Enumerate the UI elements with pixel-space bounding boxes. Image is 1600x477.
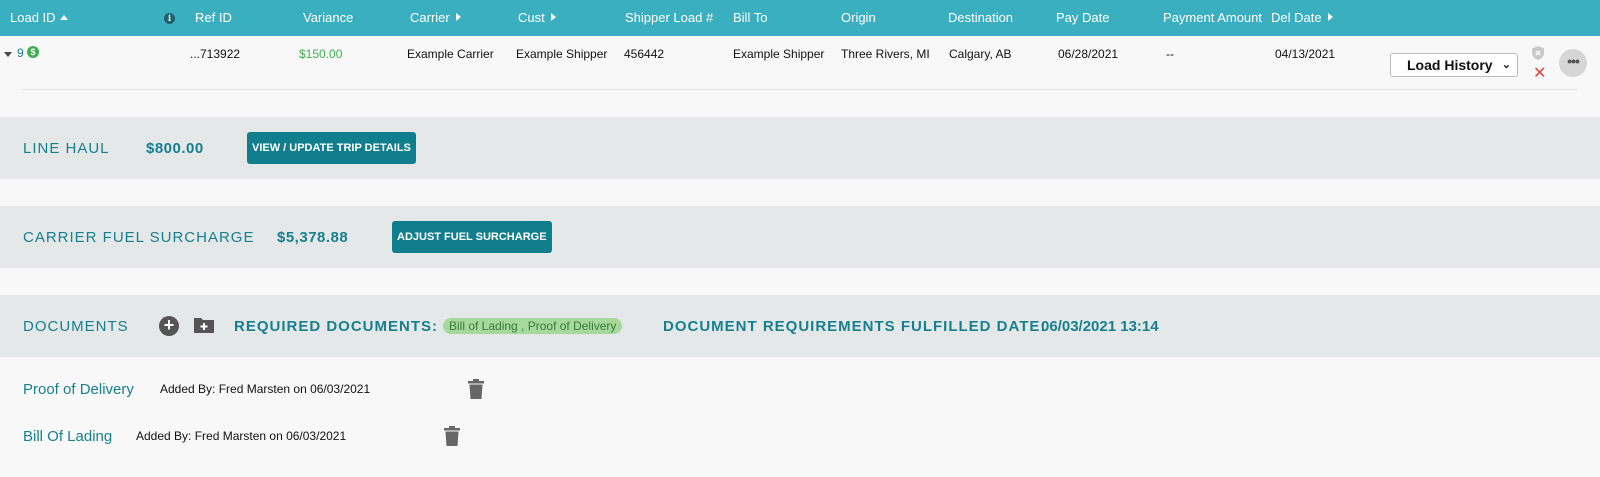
trash-icon[interactable] <box>444 426 460 451</box>
header-cust[interactable]: Cust <box>518 10 556 25</box>
carrier-cell: Example Carrier <box>407 47 494 61</box>
origin-cell: Three Rivers, MI <box>841 47 930 61</box>
sort-asc-icon <box>59 15 68 20</box>
line-haul-band: LINE HAUL $800.00 VIEW / UPDATE TRIP DET… <box>0 117 1600 179</box>
caret-down-icon[interactable] <box>4 52 12 57</box>
table-header: Load ID i Ref ID Variance Carrier Cust S… <box>0 0 1600 36</box>
required-documents-badge: Bill of Lading , Proof of Delivery <box>443 318 623 334</box>
line-haul-value: $800.00 <box>146 140 204 157</box>
header-pay-date[interactable]: Pay Date <box>1056 10 1109 25</box>
info-icon[interactable]: i <box>164 13 175 24</box>
documents-label: DOCUMENTS <box>23 318 129 335</box>
header-variance[interactable]: Variance <box>303 10 353 25</box>
caret-right-icon <box>455 13 461 21</box>
bill-to-cell: Example Shipper <box>733 47 825 61</box>
divider <box>22 89 1577 90</box>
payment-amount-cell: -- <box>1166 47 1174 61</box>
shipper-load-cell: 456442 <box>624 47 665 61</box>
fuel-surcharge-band: CARRIER FUEL SURCHARGE $5,378.88 ADJUST … <box>0 206 1600 268</box>
adjust-fuel-surcharge-button[interactable]: ADJUST FUEL SURCHARGE <box>392 221 552 253</box>
header-shipper-load[interactable]: Shipper Load # <box>625 10 713 25</box>
header-payment-amount[interactable]: Payment Amount <box>1163 10 1262 25</box>
required-documents-label: REQUIRED DOCUMENTS: <box>234 318 439 335</box>
header-origin[interactable]: Origin <box>841 10 876 25</box>
add-folder-icon[interactable] <box>193 316 215 339</box>
document-link-proof-of-delivery[interactable]: Proof of Delivery <box>23 381 134 398</box>
caret-right-icon <box>550 13 556 21</box>
destination-cell: Calgary, AB <box>949 47 1012 61</box>
del-date-cell: 04/13/2021 <box>1275 47 1336 61</box>
fuel-surcharge-label: CARRIER FUEL SURCHARGE <box>23 229 255 246</box>
ref-id-cell: ...713922 <box>190 47 241 61</box>
chevron-down-icon: ⌄ <box>1501 59 1511 71</box>
document-link-bill-of-lading[interactable]: Bill Of Lading <box>23 428 112 445</box>
shield-icon[interactable] <box>1532 46 1544 65</box>
pay-date-cell: 06/28/2021 <box>1058 47 1119 61</box>
dollar-icon: $ <box>27 46 39 58</box>
cust-cell: Example Shipper <box>516 47 608 61</box>
fuel-surcharge-value: $5,378.88 <box>277 229 349 246</box>
header-load-id[interactable]: Load ID <box>10 10 68 25</box>
header-load-id-label: Load ID <box>10 10 56 25</box>
load-history-select[interactable]: Load History ⌄ <box>1390 53 1518 77</box>
header-carrier[interactable]: Carrier <box>410 10 461 25</box>
view-update-trip-details-button[interactable]: VIEW / UPDATE TRIP DETAILS <box>247 132 416 164</box>
more-icon[interactable]: ••• <box>1559 49 1587 77</box>
table-row <box>0 36 1600 90</box>
variance-cell: $150.00 <box>299 47 343 61</box>
fulfilled-date-label: DOCUMENT REQUIREMENTS FULFILLED DATE: <box>663 318 1047 335</box>
document-added-by: Added By: Fred Marsten on 06/03/2021 <box>136 429 347 443</box>
caret-right-icon <box>1327 13 1333 21</box>
header-del-date-label: Del Date <box>1271 10 1322 25</box>
load-id-link[interactable]: 9 <box>17 46 24 60</box>
trash-icon[interactable] <box>468 379 484 404</box>
header-destination[interactable]: Destination <box>948 10 1013 25</box>
load-history-select-value: Load History <box>1407 57 1493 73</box>
header-bill-to[interactable]: Bill To <box>733 10 767 25</box>
close-icon[interactable]: ✕ <box>1533 66 1546 82</box>
header-ref-id[interactable]: Ref ID <box>195 10 232 25</box>
header-carrier-label: Carrier <box>410 10 450 25</box>
add-document-icon[interactable]: + <box>159 316 179 336</box>
line-haul-label: LINE HAUL <box>23 140 110 157</box>
document-added-by: Added By: Fred Marsten on 06/03/2021 <box>160 382 371 396</box>
header-del-date[interactable]: Del Date <box>1271 10 1333 25</box>
fulfilled-date-value: 06/03/2021 13:14 <box>1041 318 1159 335</box>
header-cust-label: Cust <box>518 10 545 25</box>
